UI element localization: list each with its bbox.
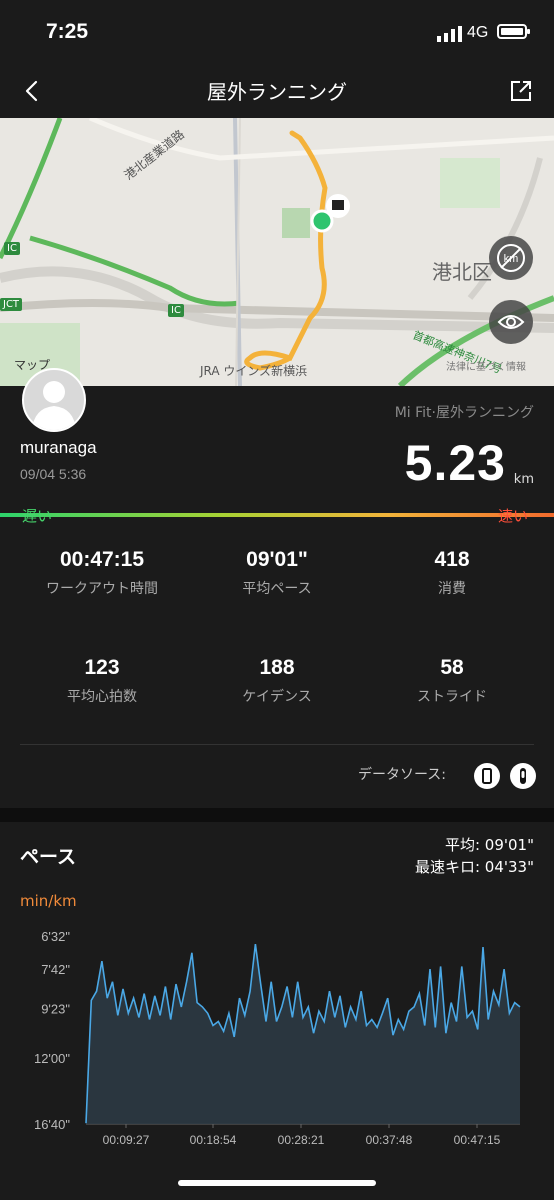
stat-value: 123 (84, 656, 120, 679)
workout-summary: Mi Fit·屋外ランニング muranaga 09/04 5:36 5.23 … (0, 368, 554, 506)
stat-avg-pace: 09'01" 平均ペース (187, 548, 367, 598)
y-tick-label: 16'40" (34, 1117, 70, 1132)
workout-source: Mi Fit·屋外ランニング (394, 405, 534, 421)
band-icon (520, 768, 526, 784)
status-time: 7:25 (46, 20, 89, 43)
x-tick-label: 00:28:21 (278, 1133, 325, 1147)
eye-toggle-button[interactable] (489, 300, 533, 344)
legal-link[interactable]: 法律に基づく情報 (446, 358, 526, 373)
nav-bar: 屋外ランニング (0, 64, 554, 118)
stat-label: 平均心拍数 (67, 689, 137, 705)
network-type: 4G (467, 24, 489, 41)
battery-icon (497, 24, 530, 39)
map-label: IC (168, 304, 184, 317)
stats-grid: 00:47:15 ワークアウト時間 09'01" 平均ペース 418 消費 12… (0, 530, 554, 800)
stat-value: 00:47:15 (59, 548, 145, 571)
map-label: JRA ウインズ新横浜 (200, 364, 308, 378)
pace-section: ペース 平均: 09'01" 最速キロ: 04'33" min/km 6'32"… (0, 822, 554, 1200)
stat-label: 消費 (438, 581, 466, 597)
stat-value: 188 (259, 656, 295, 679)
pace-title: ペース (20, 846, 77, 868)
distance-value: 5.23 (404, 435, 506, 491)
km-off-icon: km (497, 244, 525, 272)
phone-source-icon[interactable] (474, 763, 500, 789)
pace-summary: 平均: 09'01" 最速キロ: 04'33" (415, 834, 534, 878)
stat-cadence: 188 ケイデンス (187, 656, 367, 706)
map-label: IC (4, 242, 20, 255)
stat-value: 58 (440, 656, 464, 679)
x-tick-label: 00:09:27 (103, 1133, 150, 1147)
stat-label: ストライド (417, 689, 487, 705)
km-toggle-button[interactable]: km (489, 236, 533, 280)
section-gap (0, 808, 554, 822)
stat-label: 平均ペース (242, 581, 312, 597)
y-tick-label: 9'23" (41, 1002, 70, 1017)
stat-calories: 418 消費 (362, 548, 542, 598)
share-icon[interactable] (506, 76, 536, 106)
home-indicator (178, 1180, 376, 1186)
y-tick-label: 6'32" (41, 929, 70, 944)
route-map[interactable]: 港北産業道路 IC JCT IC 港北区 首都高速神奈川7号 JRA ウインズ新… (0, 118, 554, 386)
stat-label: ワークアウト時間 (46, 581, 158, 597)
avatar[interactable] (22, 368, 86, 432)
pace-chart[interactable]: 6'32" 7'42" 9'23" 12'00" 16'40" 00:09:27 00:18… (0, 922, 554, 1162)
fast-label: 速い (497, 507, 528, 525)
eye-icon (497, 315, 525, 329)
stat-stride: 58 ストライド (362, 656, 542, 706)
fastest-km: 最速キロ: 04'33" (414, 858, 534, 876)
map-label: JCT (0, 298, 23, 311)
signal-icon (437, 26, 462, 42)
stat-label: ケイデンス (242, 689, 312, 705)
pace-area (86, 944, 520, 1124)
stat-workout-time: 00:47:15 ワークアウト時間 (12, 548, 192, 598)
stat-value: 09'01" (246, 548, 308, 571)
avatar-icon (32, 381, 76, 430)
y-tick-label: 7'42" (41, 962, 70, 977)
slow-label: 遅い (22, 507, 53, 525)
data-source-label: データソース: (357, 767, 446, 783)
workout-datetime: 09/04 5:36 (20, 466, 87, 482)
distance-unit: km (513, 472, 534, 487)
status-bar: 7:25 4G (0, 0, 554, 64)
stat-avg-heart-rate: 123 平均心拍数 (12, 656, 192, 706)
y-tick-label: 12'00" (34, 1051, 70, 1066)
pace-gradient-bar (0, 513, 554, 517)
x-tick-label: 00:47:15 (454, 1133, 501, 1147)
band-source-icon[interactable] (510, 763, 536, 789)
x-tick-label: 00:37:48 (366, 1133, 413, 1147)
pace-unit-label: min/km (20, 892, 77, 910)
page-title: 屋外ランニング (207, 80, 347, 104)
divider (20, 744, 534, 745)
avg-pace: 平均: 09'01" (444, 836, 534, 854)
map-label: 港北区 (432, 260, 492, 284)
phone-icon (482, 768, 492, 784)
username: muranaga (20, 438, 97, 457)
stat-value: 418 (434, 548, 470, 571)
map-canvas (0, 118, 554, 386)
x-tick-label: 00:18:54 (190, 1133, 237, 1147)
